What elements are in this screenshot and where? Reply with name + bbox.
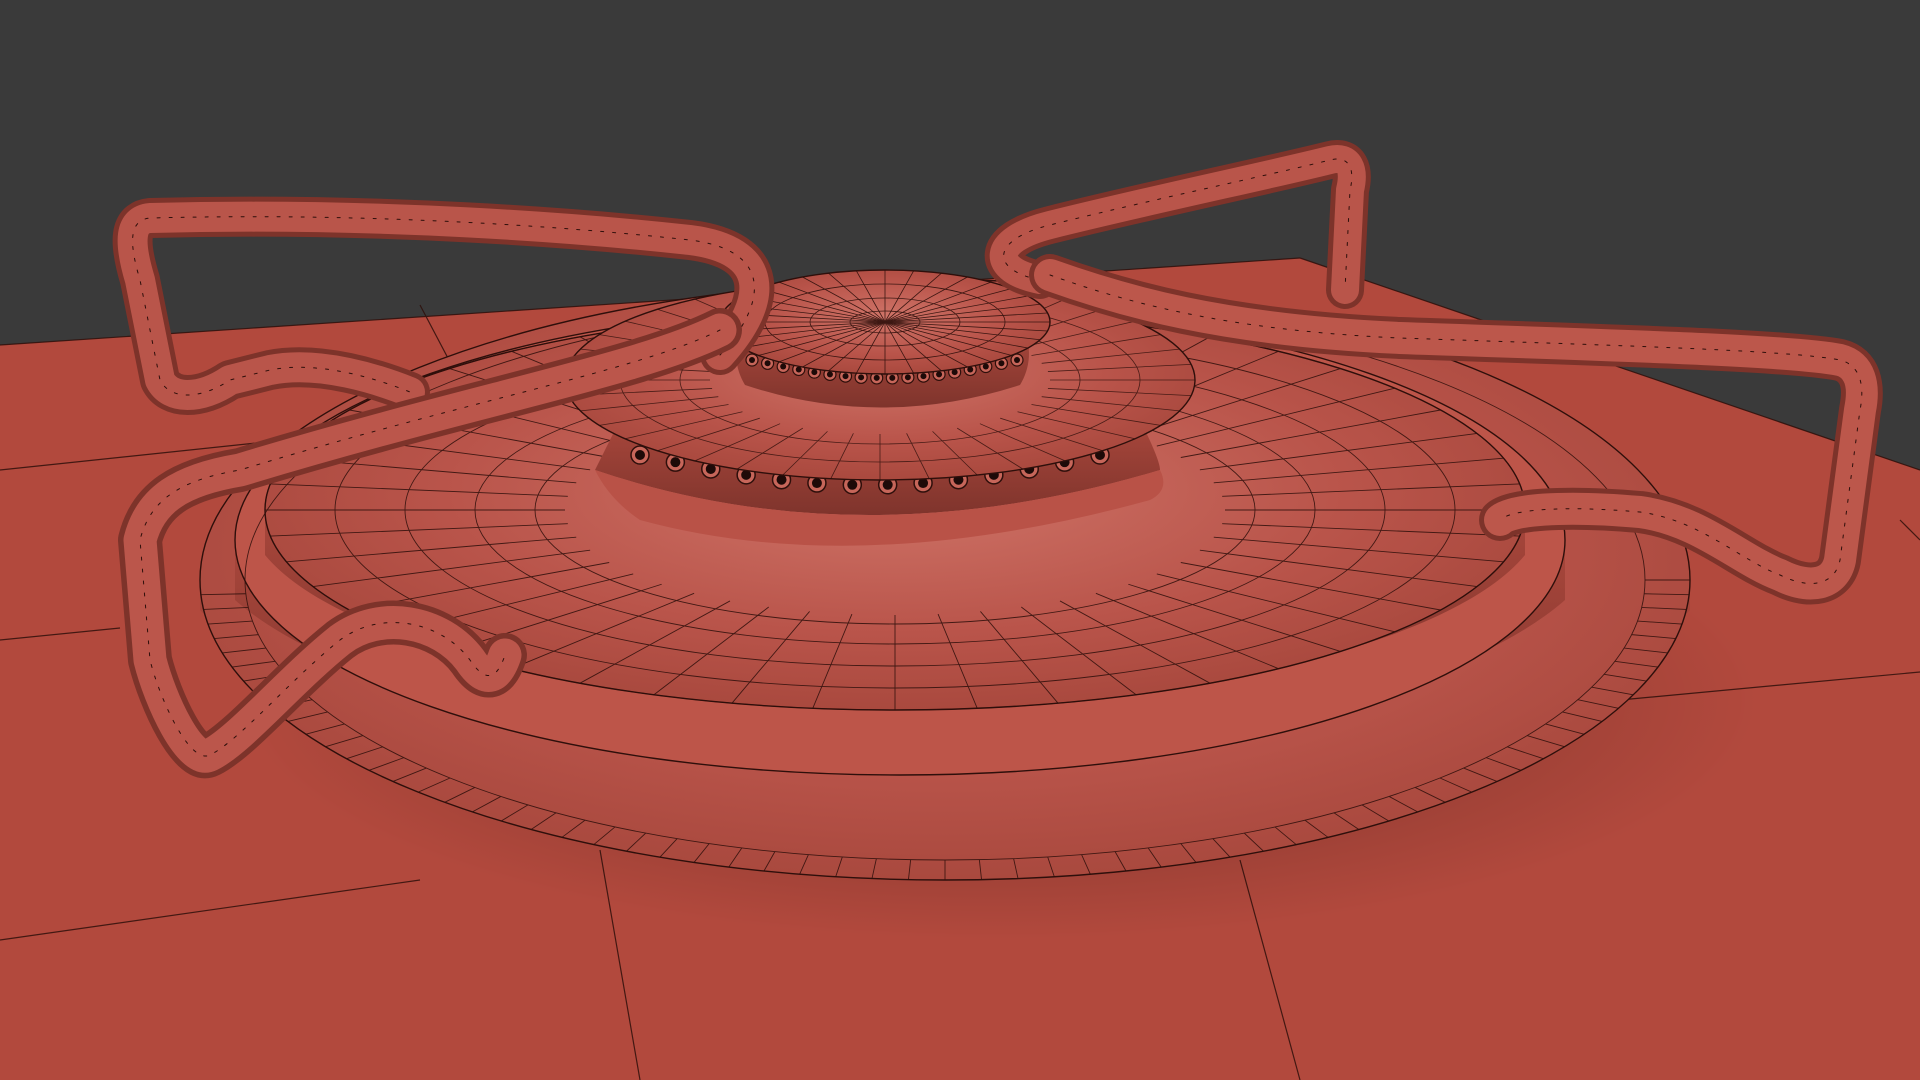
burner-hole-inner: [635, 450, 645, 460]
burner-hole-inner: [936, 371, 943, 378]
burner-hole-inner: [749, 357, 755, 363]
burner-hole-inner: [847, 479, 858, 490]
burner-hole-inner: [780, 363, 787, 370]
burner-render: [0, 0, 1920, 1080]
burner-hole-inner: [776, 474, 787, 485]
3d-viewport[interactable]: [0, 0, 1920, 1080]
burner-hole-inner: [826, 371, 833, 378]
burner-hole-inner: [858, 374, 865, 381]
burner-hole-inner: [889, 374, 896, 381]
burner-hole-inner: [670, 457, 681, 468]
burner-hole-inner: [998, 360, 1005, 367]
burner-hole-inner: [904, 374, 911, 381]
burner-hole-inner: [1014, 357, 1020, 363]
burner-hole-inner: [842, 373, 849, 380]
burner-hole-inner: [882, 479, 893, 490]
burner-hole-inner: [764, 360, 771, 367]
burner-hole-inner: [920, 373, 927, 380]
burner-hole-inner: [873, 374, 880, 381]
burner-hole-inner: [811, 478, 822, 489]
